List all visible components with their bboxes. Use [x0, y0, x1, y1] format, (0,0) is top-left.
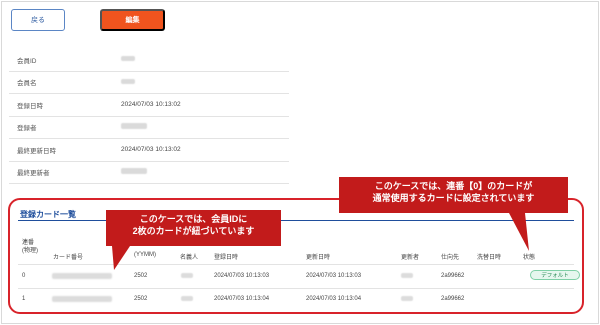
callout-text: 2枚のカードが紐づいています — [132, 226, 255, 237]
redacted-value — [121, 56, 135, 62]
info-row-member-name: 会員名 — [9, 72, 289, 94]
cell-destination: 2a99662 — [441, 273, 465, 279]
header-updated-by: 更新者 — [401, 255, 420, 261]
redacted-card-number — [52, 273, 112, 279]
info-value-redacted — [121, 168, 147, 176]
cell-seq: 0 — [22, 273, 26, 279]
callout-two-cards: このケースでは、会員IDに 2枚のカードが紐づいています — [106, 210, 281, 270]
cell-destination: 2a99662 — [441, 296, 465, 302]
redacted-value — [121, 168, 147, 175]
header-seq: 連番 (物理) — [22, 240, 38, 254]
registered-cards-section: 登録カード一覧 連番 (物理) カード番号 (YYMM) 名義人 登録日時 更新… — [8, 198, 584, 314]
redacted-holder — [181, 273, 193, 278]
cell-expiry: 2502 — [134, 296, 148, 302]
row-divider — [18, 288, 574, 289]
cell-registered-at: 2024/07/03 10:13:04 — [214, 296, 270, 302]
info-row-registered-by: 登録者 — [9, 117, 289, 139]
header-destination: 仕向先 — [441, 255, 460, 261]
redacted-updated-by — [401, 273, 413, 278]
header-updated-at: 更新日時 — [306, 255, 331, 261]
redacted-updated-by — [401, 296, 413, 301]
redacted-card-number — [52, 296, 112, 302]
info-value-redacted — [121, 123, 147, 131]
header-expiry: (YYMM) — [134, 252, 156, 258]
info-value-redacted — [121, 78, 135, 86]
callout-default-card: このケースでは、連番【0】のカードが 通常使用するカードに設定されています — [339, 177, 568, 251]
section-divider — [18, 220, 574, 221]
section-title: 登録カード一覧 — [20, 210, 76, 219]
info-value: 2024/07/03 10:13:02 — [121, 146, 181, 154]
member-info-table: 会員ID 会員名 登録日時 2024/07/03 10:13:02 登録者 最終… — [9, 49, 289, 184]
info-label: 会員名 — [17, 80, 37, 88]
cell-updated-at: 2024/07/03 10:13:03 — [306, 273, 362, 279]
row-divider — [18, 264, 574, 265]
callout-pointer — [509, 213, 529, 251]
cell-expiry: 2502 — [134, 273, 148, 279]
callout-text: 通常使用するカードに設定されています — [372, 193, 535, 204]
info-label: 登録者 — [17, 125, 37, 133]
info-value-redacted — [121, 56, 135, 63]
edit-button[interactable]: 編集 — [100, 9, 165, 31]
callout-pointer — [112, 246, 130, 270]
info-label: 最終更新日時 — [17, 147, 56, 155]
header-card-number: カード番号 — [53, 255, 84, 261]
info-row-last-updated-by: 最終更新者 — [9, 162, 289, 184]
info-row-last-updated-at: 最終更新日時 2024/07/03 10:13:02 — [9, 139, 289, 162]
info-value: 2024/07/03 10:13:02 — [121, 101, 181, 109]
redacted-value — [121, 78, 135, 84]
redacted-holder — [181, 296, 193, 301]
cell-updated-at: 2024/07/03 10:13:04 — [306, 296, 362, 302]
callout-text: このケースでは、会員IDに — [139, 214, 248, 224]
header-closing-date: 洗替日時 — [477, 255, 502, 261]
info-label: 登録日時 — [17, 102, 43, 110]
header-status: 状態 — [523, 255, 536, 261]
back-button[interactable]: 戻る — [11, 9, 65, 31]
info-label: 最終更新者 — [17, 170, 50, 178]
cell-seq: 1 — [22, 296, 26, 302]
info-label: 会員ID — [17, 57, 37, 65]
info-row-registered-at: 登録日時 2024/07/03 10:13:02 — [9, 94, 289, 117]
header-holder: 名義人 — [180, 255, 199, 261]
redacted-value — [121, 123, 147, 130]
header-registered-at: 登録日時 — [214, 255, 239, 261]
callout-text: このケースでは、連番【0】のカードが — [374, 181, 533, 191]
info-row-member-id: 会員ID — [9, 49, 289, 72]
cell-registered-at: 2024/07/03 10:13:03 — [214, 273, 270, 279]
default-status-badge: デフォルト — [530, 270, 580, 280]
